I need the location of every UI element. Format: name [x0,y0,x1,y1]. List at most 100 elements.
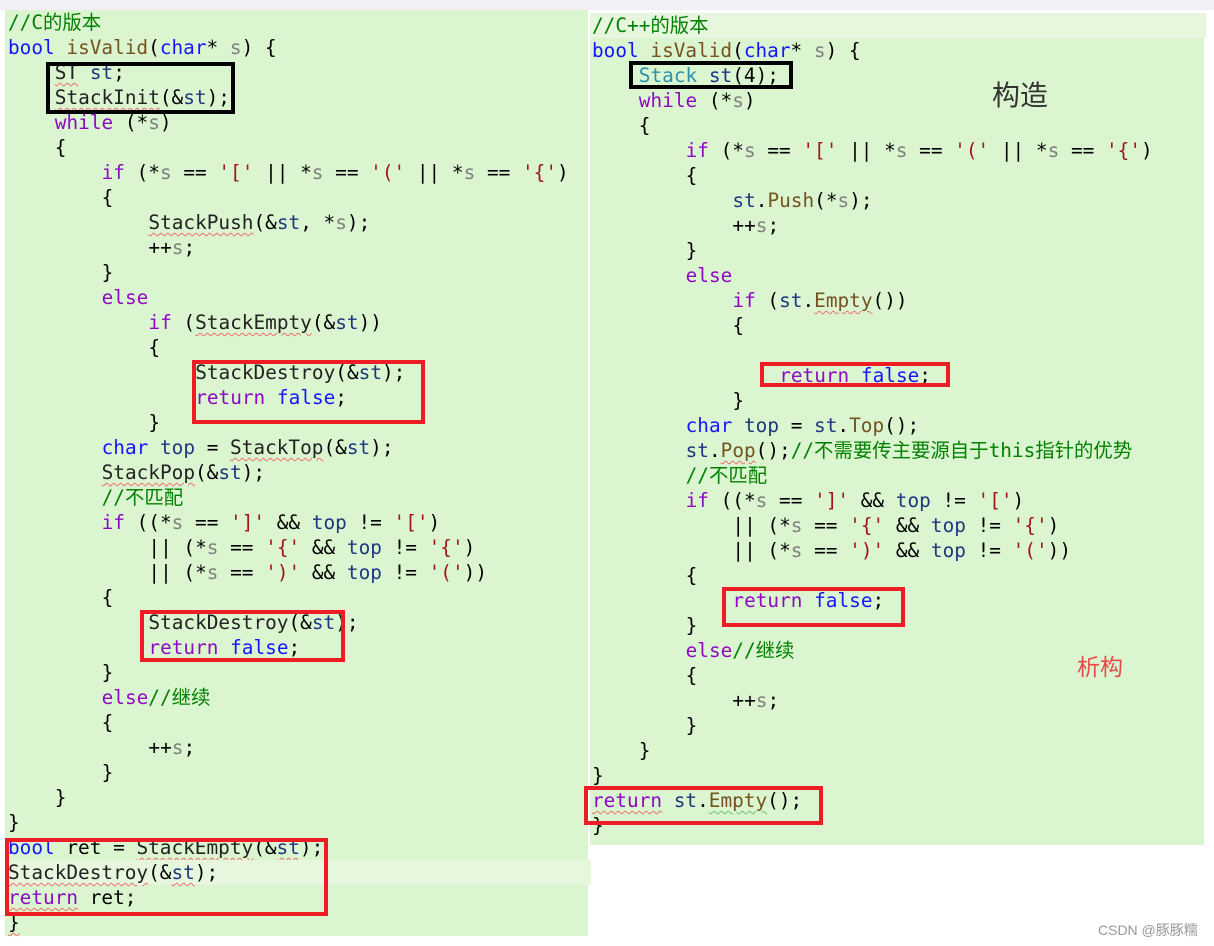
code-line[interactable]: bool isValid(char* s) { [590,38,861,63]
code-line[interactable]: return false; [5,635,300,660]
code-line[interactable]: ++s; [590,213,779,238]
code-line[interactable]: { [5,335,160,360]
code-line[interactable]: Stack st(4); [590,63,779,88]
code-token: (& [195,461,219,484]
code-token: bool [592,39,639,62]
code-line[interactable]: } [590,763,604,788]
code-line[interactable]: return false; [590,588,884,613]
code-token: } [638,739,651,762]
code-line[interactable]: bool isValid(char* s) { [5,35,277,60]
code-line[interactable]: || (*s == '{' && top != '{') [590,513,1059,538]
code-token: top [346,561,382,584]
code-line[interactable]: //不匹配 [5,485,184,510]
code-line[interactable]: if (StackEmpty(&st)) [5,310,382,335]
code-token: == [755,139,803,162]
code-line[interactable]: } [5,760,114,785]
code-line[interactable]: } [590,388,744,413]
code-token: StackTop [230,436,324,459]
code-line[interactable]: return false; [590,363,931,388]
code-line[interactable]: } [590,813,604,838]
code-line[interactable]: else [590,263,733,288]
code-token: false [860,364,920,387]
code-line[interactable]: return false; [5,385,347,410]
code-line[interactable]: ST st; [5,60,125,85]
code-line[interactable]: st.Push(*s); [590,188,872,213]
code-line[interactable]: } [5,785,67,810]
code-line[interactable]: { [5,185,114,210]
code-line[interactable]: else//继续 [590,638,795,663]
code-line[interactable]: StackDestroy(&st); [5,860,591,885]
code-line[interactable]: st.Pop();//不需要传主要源自于this指针的优势 [590,438,1133,463]
code-line[interactable]: { [5,135,67,160]
code-line[interactable]: { [5,585,114,610]
code-token: ) [1012,489,1025,512]
code-line[interactable]: char top = st.Top(); [590,413,920,438]
code-line[interactable]: StackDestroy(&st); [5,360,405,385]
code-token: == [907,139,955,162]
code-line[interactable]: } [5,910,20,935]
code-line[interactable]: { [590,563,698,588]
code-line[interactable]: StackPush(&st, *s); [5,210,370,235]
code-token: top [159,436,196,459]
code-line[interactable]: //不匹配 [590,463,768,488]
code-token: ; [183,236,196,259]
code-line[interactable]: ++s; [590,688,779,713]
code-line[interactable]: } [590,713,698,738]
code-token: . [755,189,768,212]
code-line[interactable]: return st.Empty(); [590,788,802,813]
code-line[interactable]: char top = StackTop(&st); [5,435,394,460]
code-line[interactable]: { [590,313,744,338]
code-line[interactable]: StackPop(&st); [5,460,265,485]
code-token: while [638,89,698,112]
code-line[interactable]: //C的版本 [5,10,101,35]
code-token: s [755,214,768,237]
code-token: ret = [54,836,137,859]
code-line[interactable]: else//继续 [5,685,211,710]
code-token: s [1047,139,1060,162]
code-token: ++ [148,236,172,259]
code-line[interactable]: if (*s == '[' || *s == '(' || *s == '{') [590,138,1153,163]
code-line[interactable]: || (*s == '{' && top != '{') [5,535,475,560]
code-line[interactable] [590,338,779,363]
cpp-version-code-panel[interactable]: //C++的版本 bool isValid(char* s) {Stack st(… [590,13,1206,845]
code-line[interactable]: //C++的版本 [590,13,1206,38]
code-token: st [685,439,709,462]
code-line[interactable]: StackInit(&st); [5,85,230,110]
code-line[interactable]: if (st.Empty()) [590,288,907,313]
code-token: == [183,511,231,534]
code-line[interactable]: { [5,710,114,735]
c-version-code-panel[interactable]: //C的版本 bool isValid(char* s) {ST st; Stack… [5,10,591,936]
code-token: return [592,789,663,812]
code-line[interactable]: { [590,163,698,188]
code-line[interactable]: } [5,810,20,835]
code-line[interactable]: return ret; [5,885,136,910]
code-token: . [697,789,709,812]
code-line[interactable]: { [590,113,651,138]
code-line[interactable]: StackDestroy(&st); [5,610,358,635]
code-line[interactable]: { [590,663,698,688]
code-token: && [884,539,931,562]
code-line[interactable]: else [5,285,149,310]
code-token: s [790,514,803,537]
code-line[interactable]: } [5,260,114,285]
code-token: '(' [954,139,990,162]
code-line[interactable]: } [590,613,698,638]
code-line[interactable]: while (*s) [5,110,172,135]
code-token: . [708,439,721,462]
code-token: //不需要传主要源自于this指针的优势 [790,439,1133,462]
code-line[interactable]: } [590,238,698,263]
code-token: )) [358,311,382,334]
code-line[interactable]: ++s; [5,735,195,760]
code-line[interactable]: } [5,660,114,685]
code-line[interactable]: || (*s == ')' && top != '(')) [590,538,1071,563]
code-line[interactable]: } [5,410,160,435]
code-line[interactable]: } [590,738,651,763]
code-line[interactable]: bool ret = StackEmpty(&st); [5,835,323,860]
code-line[interactable]: if (*s == '[' || *s == '(' || *s == '{') [5,160,569,185]
code-line[interactable]: || (*s == ')' && top != '(')) [5,560,487,585]
code-line[interactable]: ++s; [5,235,195,260]
code-line[interactable]: if ((*s == ']' && top != '[') [590,488,1025,513]
code-token: } [8,911,20,934]
code-line[interactable]: if ((*s == ']' && top != '[') [5,510,441,535]
code-line[interactable]: while (*s) [590,88,756,113]
